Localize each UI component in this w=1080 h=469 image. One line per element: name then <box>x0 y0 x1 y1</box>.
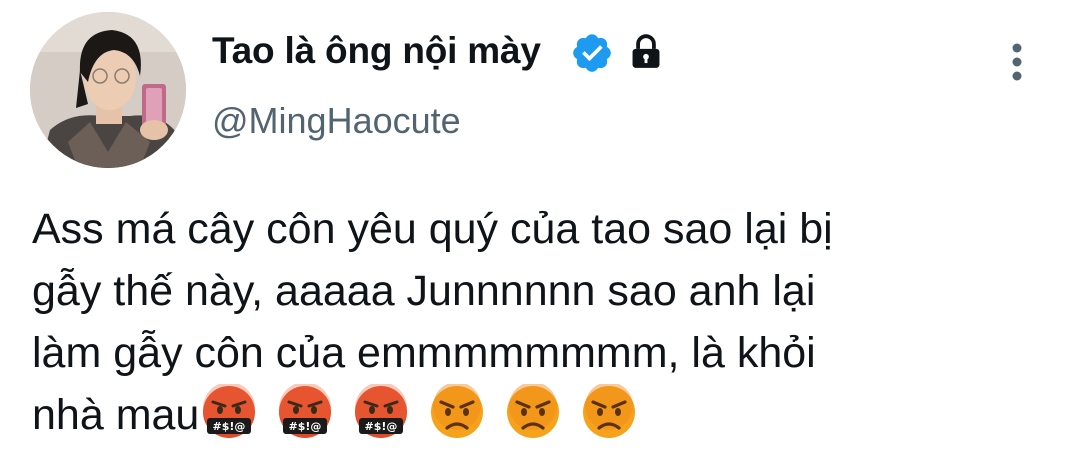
handle[interactable]: @MingHaocute <box>212 100 461 142</box>
lock-icon <box>632 34 660 68</box>
tweet-card: Tao là ông nội mày @MingHaocute Ass má c… <box>0 0 1080 469</box>
emoji-row: #$!@ #$!@ #$!@ <box>201 384 645 457</box>
tweet-text-line: gẫy thế này, aaaaa Junnnnnn sao anh lại <box>32 267 816 315</box>
angry-face-icon <box>507 384 560 438</box>
more-vertical-icon[interactable] <box>1001 40 1033 86</box>
avatar[interactable] <box>30 12 186 168</box>
angry-face-icon <box>583 384 636 438</box>
emoji-symbol-text: #$!@ <box>365 420 398 433</box>
display-name[interactable]: Tao là ông nội mày <box>212 30 541 72</box>
tweet-text-line-last: nhà mau #$!@ #$!@ #$!@ <box>32 384 1042 457</box>
emoji-symbol-text: #$!@ <box>213 420 246 433</box>
tweet-text: Ass má cây côn yêu quý của tao sao lại b… <box>32 198 1042 457</box>
tweet-text-line: Ass má cây côn yêu quý của tao sao lại b… <box>32 205 833 253</box>
angry-face-icon <box>431 384 484 438</box>
face-with-symbols-on-mouth-icon: #$!@ <box>279 384 332 438</box>
verified-badge-icon <box>573 34 611 72</box>
tweet-text-line: làm gẫy côn của emmmmmmmm, là khỏi <box>32 329 816 377</box>
emoji-symbol-text: #$!@ <box>289 420 322 433</box>
avatar-photo <box>30 12 186 168</box>
tweet-text-line: nhà mau <box>32 391 200 439</box>
face-with-symbols-on-mouth-icon: #$!@ <box>203 384 256 438</box>
face-with-symbols-on-mouth-icon: #$!@ <box>355 384 408 438</box>
